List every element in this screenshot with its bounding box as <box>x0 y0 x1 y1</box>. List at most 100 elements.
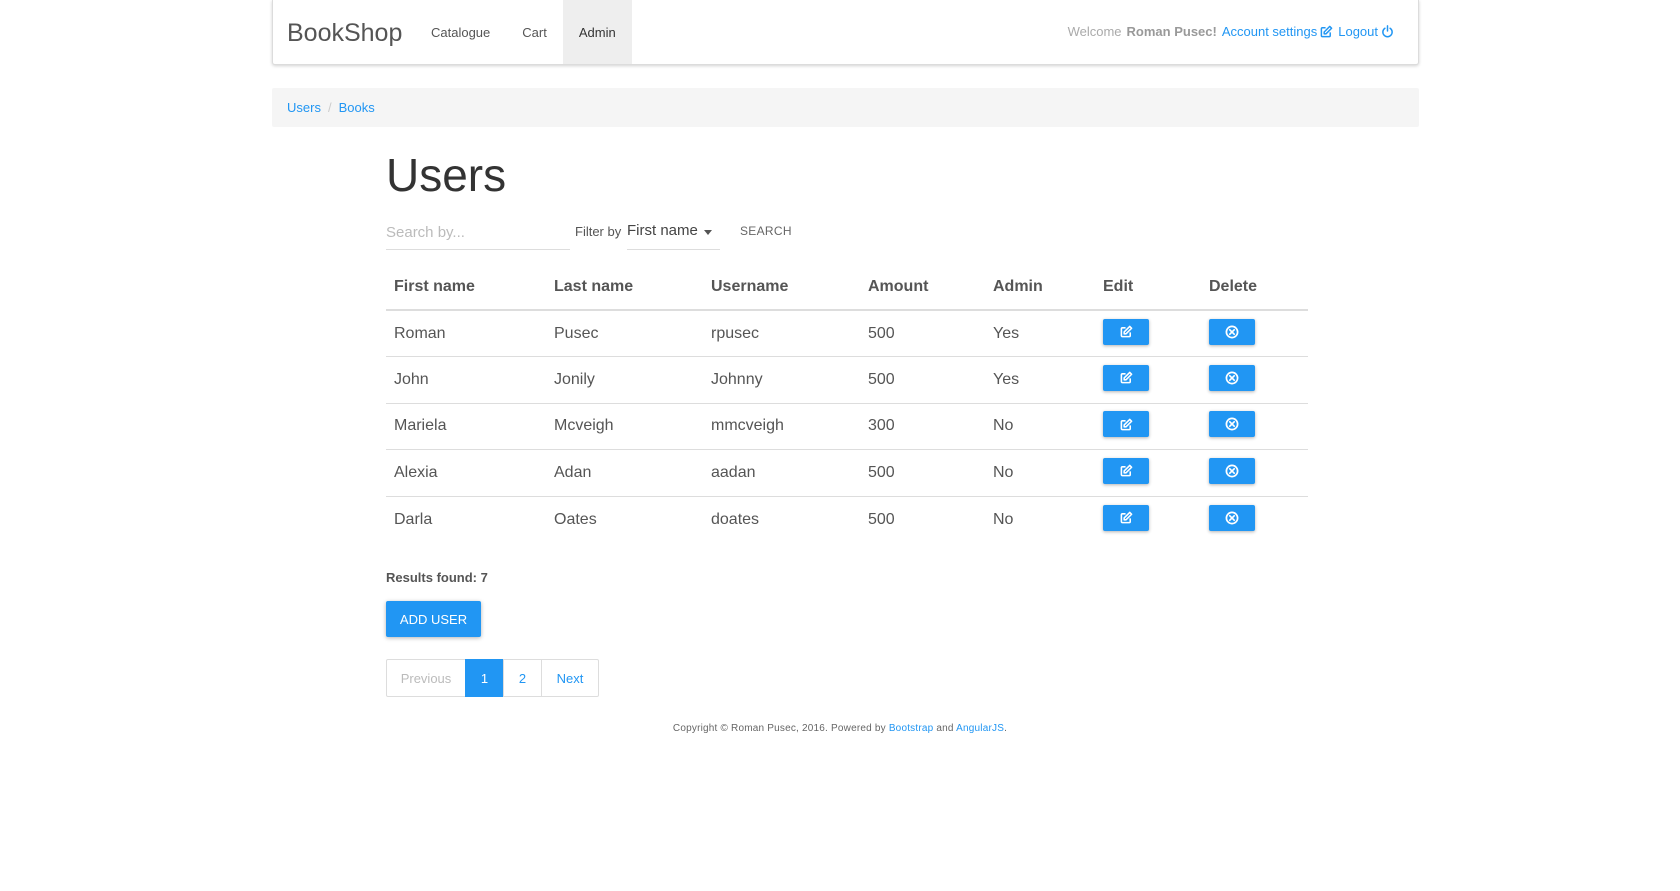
add-user-button[interactable]: ADD USER <box>386 601 481 637</box>
cell-amount: 500 <box>860 495 985 543</box>
user-name: Roman Pusec! <box>1126 24 1217 39</box>
footer-link-bootstrap[interactable]: Bootstrap <box>889 723 934 734</box>
cell-amount: 300 <box>860 402 985 450</box>
cell-admin: Yes <box>985 356 1095 403</box>
cell-admin: No <box>985 402 1095 450</box>
nav-links: Catalogue Cart Admin <box>415 0 632 64</box>
pagination-page-1[interactable]: 1 <box>465 659 504 697</box>
logout-link[interactable]: Logout <box>1338 24 1394 39</box>
cell-first-name: Roman <box>394 324 446 342</box>
cell-delete <box>1201 310 1308 357</box>
edit-button[interactable] <box>1103 457 1149 484</box>
cell-amount: 500 <box>868 324 895 342</box>
power-icon <box>1382 25 1393 38</box>
filter-select[interactable]: First name <box>627 216 720 250</box>
edit-button[interactable] <box>1103 411 1149 438</box>
users-table: First name Last name Username Amount Adm… <box>386 264 1308 543</box>
delete-button[interactable] <box>1209 457 1255 484</box>
column-header-first-name[interactable]: First name <box>386 264 546 311</box>
cell-delete <box>1201 449 1308 496</box>
cell-amount: 500 <box>860 449 985 496</box>
delete-button[interactable] <box>1209 504 1255 531</box>
cell-edit <box>1095 402 1201 450</box>
breadcrumb-users[interactable]: Users <box>287 100 321 115</box>
edit-button[interactable] <box>1103 504 1149 531</box>
search-button[interactable]: SEARCH <box>730 216 802 246</box>
cell-first-name: John <box>386 356 546 403</box>
page-title: Users <box>386 149 507 201</box>
table-row: Roman Pusec rpusec 500 Yes <box>386 310 1308 357</box>
cell-admin: No <box>985 449 1095 496</box>
pagination: Previous 1 2 Next <box>386 659 599 697</box>
table-row: Alexia Adan aadan 500 No <box>386 449 1308 496</box>
delete-button[interactable] <box>1209 411 1255 438</box>
user-menu: Welcome Roman Pusec! Account settings Lo… <box>1068 24 1394 39</box>
results-count: Results found: 7 <box>386 570 488 585</box>
cell-edit <box>1095 356 1201 403</box>
times-circle-icon <box>1225 371 1239 385</box>
column-header-username[interactable]: Username <box>703 264 860 311</box>
cell-admin: No <box>985 495 1095 543</box>
cell-last-name: Pusec <box>554 324 599 342</box>
column-header-admin[interactable]: Admin <box>985 264 1095 311</box>
cell-last-name: Oates <box>546 495 703 543</box>
cell-admin: Yes <box>993 324 1020 342</box>
logout-label: Logout <box>1338 24 1378 39</box>
times-circle-icon <box>1225 511 1239 524</box>
nav-link-cart[interactable]: Cart <box>506 0 563 64</box>
cell-edit <box>1095 449 1201 496</box>
cell-username: aadan <box>703 449 860 496</box>
cell-amount: 500 <box>860 356 985 403</box>
breadcrumb: Users / Books <box>272 88 1419 127</box>
filter-select-value: First name <box>627 222 698 239</box>
edit-button[interactable] <box>1103 318 1149 345</box>
column-header-last-name[interactable]: Last name <box>546 264 703 311</box>
cell-last-name: Jonily <box>546 356 703 403</box>
nav-link-admin[interactable]: Admin <box>562 0 632 64</box>
times-circle-icon <box>1225 417 1239 431</box>
search-input[interactable] <box>386 216 570 250</box>
cell-username: doates <box>703 495 860 543</box>
table-row: Darla Oates doates 500 No <box>386 495 1308 543</box>
footer-and: and <box>936 723 954 734</box>
cell-last-name: Adan <box>546 449 703 496</box>
breadcrumb-books[interactable]: Books <box>339 100 375 115</box>
cell-edit <box>1095 495 1201 543</box>
footer-link-angularjs[interactable]: AngularJS <box>956 723 1004 734</box>
delete-button[interactable] <box>1209 318 1255 345</box>
table-row: Mariela Mcveigh mmcveigh 300 No <box>386 402 1308 450</box>
footer-text: Copyright © Roman Pusec, 2016. Powered b… <box>672 723 886 734</box>
cell-last-name: Mcveigh <box>546 402 703 450</box>
filter-label: Filter by <box>575 224 622 239</box>
times-circle-icon <box>1225 464 1239 478</box>
cell-username: Johnny <box>703 356 860 403</box>
column-header-edit: Edit <box>1095 264 1201 311</box>
edit-icon <box>1320 25 1333 38</box>
navbar: BookShop Catalogue Cart Admin Welcome Ro… <box>272 0 1419 65</box>
table-header-row: First name Last name Username Amount Adm… <box>386 264 1308 311</box>
edit-icon <box>1120 325 1132 338</box>
edit-button[interactable] <box>1103 364 1149 391</box>
account-settings-link[interactable]: Account settings <box>1222 24 1333 39</box>
cell-delete <box>1201 402 1308 450</box>
pagination-previous[interactable]: Previous <box>386 659 466 697</box>
delete-button[interactable] <box>1209 364 1255 391</box>
caret-down-icon <box>703 230 712 235</box>
cell-first-name: Darla <box>386 495 546 543</box>
account-settings-label: Account settings <box>1221 24 1318 39</box>
column-header-amount[interactable]: Amount <box>860 264 985 311</box>
edit-icon <box>1120 464 1132 477</box>
brand-logo[interactable]: BookShop <box>287 19 402 48</box>
cell-first-name: Mariela <box>386 402 546 450</box>
cell-delete <box>1201 356 1308 403</box>
cell-first-name: Alexia <box>386 449 546 496</box>
edit-icon <box>1120 371 1132 384</box>
pagination-page-2[interactable]: 2 <box>503 659 542 697</box>
table-row: John Jonily Johnny 500 Yes <box>386 356 1308 403</box>
cell-delete <box>1201 495 1308 543</box>
edit-icon <box>1120 511 1132 524</box>
column-header-delete: Delete <box>1201 264 1308 311</box>
pagination-next[interactable]: Next <box>541 659 599 697</box>
cell-username: rpusec <box>711 324 760 342</box>
nav-link-catalogue[interactable]: Catalogue <box>415 0 506 64</box>
